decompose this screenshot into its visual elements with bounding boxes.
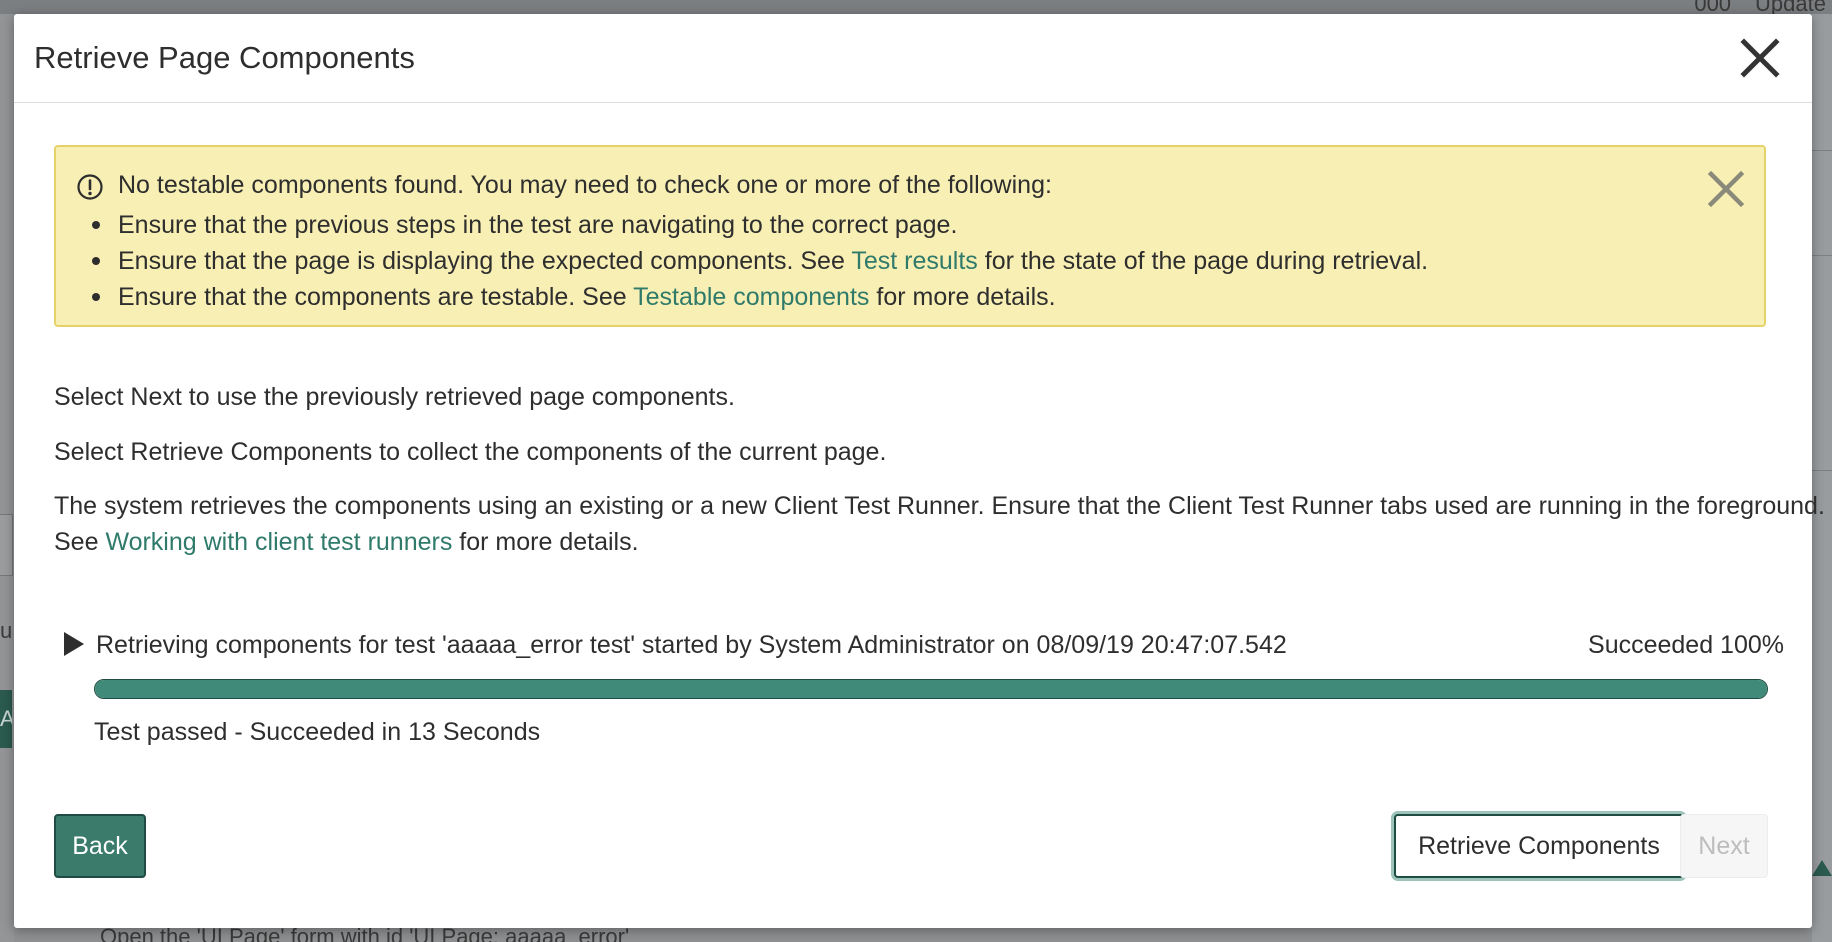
background-green-button: A [0, 690, 12, 748]
back-button[interactable]: Back [54, 814, 146, 878]
client-test-runner-text: The system retrieves the components usin… [54, 492, 1825, 520]
alert-list: Ensure that the previous steps in the te… [92, 207, 1429, 315]
background-header-actions: 000 Update [1694, 0, 1832, 16]
background-field [0, 514, 13, 576]
progress-bar-fill [95, 680, 1767, 698]
testable-components-link[interactable]: Testable components [633, 283, 869, 311]
alert-item-text: Ensure that the page is displaying the e… [118, 247, 852, 275]
client-test-runner-see-line: See Working with client test runners for… [54, 524, 1825, 560]
alert-list-item: Ensure that the page is displaying the e… [92, 243, 1429, 279]
background-up-arrow-icon [1812, 860, 1832, 876]
alert-item-text: Ensure that the components are testable.… [118, 283, 634, 311]
retrieve-components-modal: Retrieve Page Components No testable com… [14, 14, 1825, 928]
retrieve-components-button[interactable]: Retrieve Components [1394, 814, 1684, 878]
expand-details-icon[interactable] [58, 629, 88, 659]
bullet-icon [92, 257, 100, 265]
background-left-panel [0, 14, 14, 942]
progress-bar [94, 679, 1768, 699]
close-icon-graphic [1740, 38, 1780, 78]
exclamation-circle-icon [76, 173, 104, 201]
background-header [0, 0, 1832, 14]
background-divider [1812, 255, 1832, 256]
background-divider [1812, 150, 1832, 151]
see-after-text: for more details. [452, 528, 639, 556]
test-results-link[interactable]: Test results [851, 247, 977, 275]
alert-list-item: Ensure that the components are testable.… [92, 279, 1428, 315]
alert-list-item: Ensure that the previous steps in the te… [92, 207, 1428, 243]
bullet-icon [92, 221, 100, 229]
progress-result: Test passed - Succeeded in 13 Seconds [94, 718, 541, 746]
instruction-next: Select Next to use the previously retrie… [54, 383, 735, 411]
bullet-icon [92, 293, 100, 301]
progress-status: Succeeded 100% [1588, 631, 1784, 659]
modal-header: Retrieve Page Components [14, 14, 1812, 103]
modal-title: Retrieve Page Components [34, 40, 415, 75]
alert-item-text-after: for the state of the page during retriev… [977, 247, 1429, 275]
next-button[interactable]: Next [1680, 814, 1768, 878]
see-text: See [54, 528, 106, 556]
instruction-retrieve: Select Retrieve Components to collect th… [54, 438, 887, 466]
background-right-panel [1812, 14, 1832, 942]
progress-label: Retrieving components for test 'aaaaa_er… [96, 631, 1287, 659]
alert-item-text: Ensure that the previous steps in the te… [118, 211, 958, 239]
instruction-client-test-runner: The system retrieves the components usin… [54, 488, 1825, 560]
warning-alert: No testable components found. You may ne… [54, 145, 1766, 327]
alert-close-icon[interactable] [1704, 167, 1748, 211]
client-test-runners-link[interactable]: Working with client test runners [105, 528, 452, 556]
background-divider [1812, 470, 1832, 471]
background-label-fragment: ua [0, 618, 12, 643]
close-icon[interactable] [1736, 34, 1784, 82]
alert-item-text-after: for more details. [869, 283, 1056, 311]
alert-message: No testable components found. You may ne… [118, 171, 1052, 199]
